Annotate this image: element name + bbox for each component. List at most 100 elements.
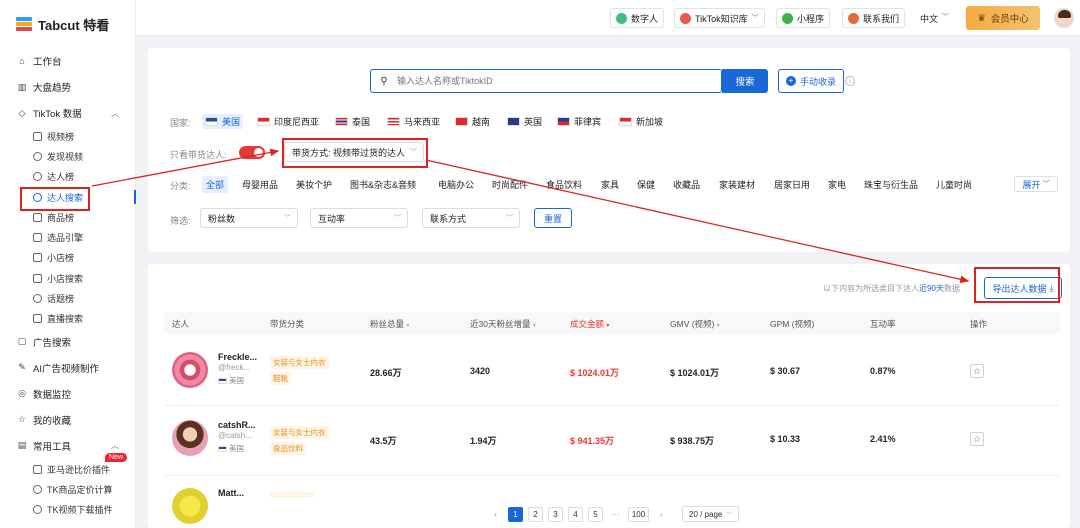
contact-method-select[interactable]: 联系方式 ﹀ bbox=[422, 208, 520, 228]
sidebar-item-ai-ad-video[interactable]: ✎ AI广告视频制作 bbox=[0, 355, 135, 381]
contact-button[interactable]: 联系我们 bbox=[842, 8, 906, 28]
country-my[interactable]: 马来西亚 bbox=[384, 114, 443, 129]
country-ph[interactable]: 菲律宾 bbox=[554, 114, 604, 129]
button-label: 手动收录 bbox=[800, 76, 837, 87]
category-item[interactable]: 儿童时尚 bbox=[936, 178, 972, 191]
kol-country: 美国 bbox=[218, 443, 244, 454]
sidebar-item-workbench[interactable]: ⌂ 工作台 bbox=[0, 48, 135, 74]
vip-center-button[interactable]: ♛ 会员中心 bbox=[966, 6, 1040, 30]
page-ellipsis[interactable]: ··· bbox=[608, 507, 623, 522]
sidebar-item-data-monitor[interactable]: ◎ 数据监控 bbox=[0, 381, 135, 407]
column-label: GMV (视频) bbox=[670, 319, 715, 329]
category-item[interactable]: 电脑办公 bbox=[438, 178, 474, 191]
category-item[interactable]: 母婴用品 bbox=[242, 178, 278, 191]
only-seller-toggle[interactable] bbox=[239, 146, 265, 159]
sort-active-icon: ▾ bbox=[606, 323, 610, 329]
country-vn[interactable]: 越南 bbox=[452, 114, 493, 129]
category-all[interactable]: 全部 bbox=[202, 176, 229, 193]
button-label: 数字人 bbox=[631, 13, 659, 24]
country-uk[interactable]: 英国 bbox=[504, 114, 545, 129]
column-header-sortable[interactable]: 粉丝总量 ▾ bbox=[370, 318, 409, 330]
category-item[interactable]: 家装建材 bbox=[719, 178, 755, 191]
page-button[interactable]: 3 bbox=[548, 506, 563, 522]
search-button[interactable]: 搜索 bbox=[722, 69, 768, 93]
gmv-video: $ 938.75万 bbox=[670, 436, 715, 446]
language-dropdown[interactable]: 中文 ﹀ bbox=[920, 12, 949, 25]
tiktok-kb-dropdown[interactable]: TikTok知识库 ﹀ bbox=[674, 8, 765, 28]
note-prefix: 以下内容为所选类目下达人 bbox=[823, 284, 920, 293]
sidebar-item-live-search[interactable]: 直播搜索 bbox=[0, 309, 135, 329]
category-item[interactable]: 家电 bbox=[828, 178, 846, 191]
sidebar-item-tiktok-data[interactable]: ◇ TikTok 数据 ︿ bbox=[0, 100, 135, 126]
sidebar-item-tk-pricing[interactable]: TK商品定价计算 bbox=[0, 479, 135, 499]
kol-avatar[interactable] bbox=[172, 420, 208, 456]
page-button[interactable]: 4 bbox=[568, 506, 583, 522]
sidebar-item-tk-video-download[interactable]: TK视频下载插件 bbox=[0, 500, 135, 520]
country-id[interactable]: 印度尼西亚 bbox=[254, 114, 322, 129]
digital-human-button[interactable]: 数字人 bbox=[610, 8, 665, 28]
favorite-button[interactable]: ☆ bbox=[970, 364, 984, 378]
kol-country: 美国 bbox=[218, 375, 244, 386]
page-button[interactable]: 2 bbox=[528, 506, 543, 522]
country-sg[interactable]: 新加坡 bbox=[616, 114, 666, 129]
sidebar-item-amazon-plugin[interactable]: 亚马逊比价插件 New bbox=[0, 452, 135, 479]
country-us[interactable]: 美国 bbox=[202, 114, 244, 129]
sidebar-item-discover-video[interactable]: 发现视频 bbox=[0, 146, 135, 166]
search-input[interactable] bbox=[397, 76, 721, 86]
kol-avatar[interactable] bbox=[172, 352, 208, 388]
category-item[interactable]: 保健 bbox=[637, 178, 655, 191]
sidebar-item-topic-rank[interactable]: 话题榜 bbox=[0, 288, 135, 308]
mini-program-button[interactable]: 小程序 bbox=[776, 8, 831, 28]
table-row[interactable]: catshR... @catsh... 美国 女装与女士内衣 食品饮料 43.5… bbox=[164, 406, 1060, 476]
box-icon bbox=[33, 212, 42, 222]
category-item[interactable]: 时尚配件 bbox=[492, 178, 528, 191]
page-size-select[interactable]: 20 / page ﹀ bbox=[682, 506, 740, 522]
category-item[interactable]: 食品饮料 bbox=[546, 178, 582, 191]
sidebar-item-product-engine[interactable]: 选品引擎 bbox=[0, 227, 135, 247]
select-value: 联系方式 bbox=[430, 213, 467, 224]
table-row[interactable]: Freckle... @freck... 美国 女装与女士内衣 鞋靴 28.66… bbox=[164, 336, 1060, 406]
prev-page-button[interactable]: ‹ bbox=[488, 507, 503, 522]
sidebar-item-shop-rank[interactable]: 小店榜 bbox=[0, 248, 135, 268]
manual-add-button[interactable]: + 手动收录 bbox=[778, 69, 845, 93]
kol-name[interactable]: Freckle... bbox=[218, 352, 257, 362]
category-item[interactable]: 收藏品 bbox=[673, 178, 700, 191]
kol-name[interactable]: Matt... bbox=[218, 488, 244, 498]
column-header-sortable[interactable]: 近30天粉丝增量 ▾ bbox=[470, 318, 536, 330]
page-button[interactable]: 5 bbox=[588, 506, 603, 522]
column-header-sortable[interactable]: GMV (视频) ▾ bbox=[670, 318, 720, 330]
category-item[interactable]: 美妆个护 bbox=[296, 178, 332, 191]
sidebar-item-market-trend[interactable]: ▥ 大盘趋势 bbox=[0, 74, 135, 100]
page-button[interactable]: 1 bbox=[508, 506, 523, 522]
kol-name[interactable]: catshR... bbox=[218, 420, 256, 430]
info-icon[interactable]: i bbox=[845, 76, 855, 86]
column-header-sortable[interactable]: 成交金额 ▾ bbox=[570, 318, 609, 330]
store-icon bbox=[33, 273, 42, 283]
favorite-button[interactable]: ☆ bbox=[970, 432, 984, 446]
expand-button[interactable]: 展开 ﹀ bbox=[1014, 176, 1058, 192]
avatar[interactable] bbox=[1054, 8, 1074, 28]
sidebar-item-ad-search[interactable]: ▢ 广告搜索 bbox=[0, 329, 135, 355]
next-page-button[interactable]: › bbox=[654, 507, 669, 522]
select-value: 互动率 bbox=[318, 213, 346, 224]
category-tag: 鞋靴 bbox=[270, 372, 291, 385]
category-item[interactable]: 居家日用 bbox=[774, 178, 810, 191]
engagement-select[interactable]: 互动率 ﹀ bbox=[310, 208, 408, 228]
sidebar-item-video-rank[interactable]: 视频榜 bbox=[0, 126, 135, 146]
brand-logo[interactable]: Tabcut 特看 bbox=[0, 0, 135, 48]
column-label: 近30天粉丝增量 bbox=[470, 319, 531, 329]
category-item[interactable]: 图书&杂志&音频 bbox=[350, 178, 416, 191]
chevron-left-icon: ‹ bbox=[494, 509, 497, 519]
category-item[interactable]: 珠宝与衍生品 bbox=[864, 178, 918, 191]
chevron-down-icon: ﹀ bbox=[506, 215, 513, 222]
reset-button[interactable]: 重置 bbox=[534, 208, 572, 228]
sidebar-item-kol-rank[interactable]: 达人榜 bbox=[0, 167, 135, 187]
fans-select[interactable]: 粉丝数 ﹀ bbox=[200, 208, 298, 228]
country-th[interactable]: 泰国 bbox=[332, 114, 373, 129]
sidebar-item-label: 大盘趋势 bbox=[33, 83, 72, 94]
page-button[interactable]: 100 bbox=[628, 506, 649, 522]
sidebar-item-shop-search[interactable]: 小店搜索 bbox=[0, 268, 135, 288]
category-item[interactable]: 家具 bbox=[601, 178, 619, 191]
kol-avatar[interactable] bbox=[172, 488, 208, 524]
sidebar-item-favorites[interactable]: ☆ 我的收藏 bbox=[0, 407, 135, 433]
